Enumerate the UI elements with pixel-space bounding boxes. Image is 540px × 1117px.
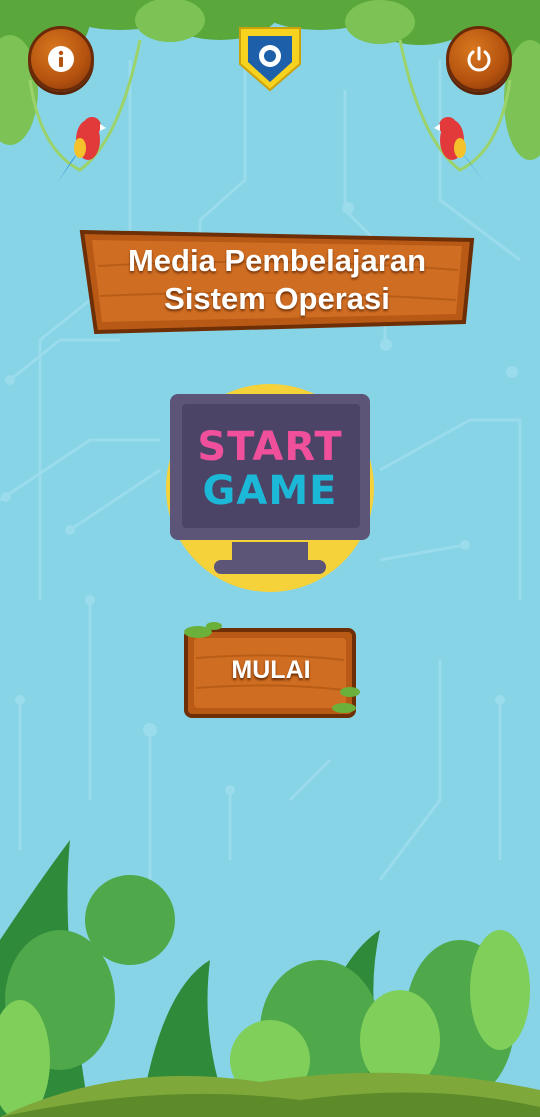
power-button[interactable]: [446, 26, 512, 92]
school-logo: [239, 27, 301, 92]
power-icon: [467, 46, 491, 72]
info-icon: [48, 46, 74, 72]
mulai-label: MULAI: [231, 656, 311, 684]
bottom-foliage: [0, 840, 540, 1117]
info-button[interactable]: [28, 26, 94, 92]
parrot-right-icon: [434, 117, 484, 182]
start-word: START: [197, 424, 343, 470]
title-line-1: Media Pembelajaran: [127, 243, 427, 278]
page-title: Media Pembelajaran Sistem Operasi: [78, 242, 476, 318]
title-line-2: Sistem Operasi: [164, 281, 390, 316]
game-word: GAME: [202, 468, 338, 514]
